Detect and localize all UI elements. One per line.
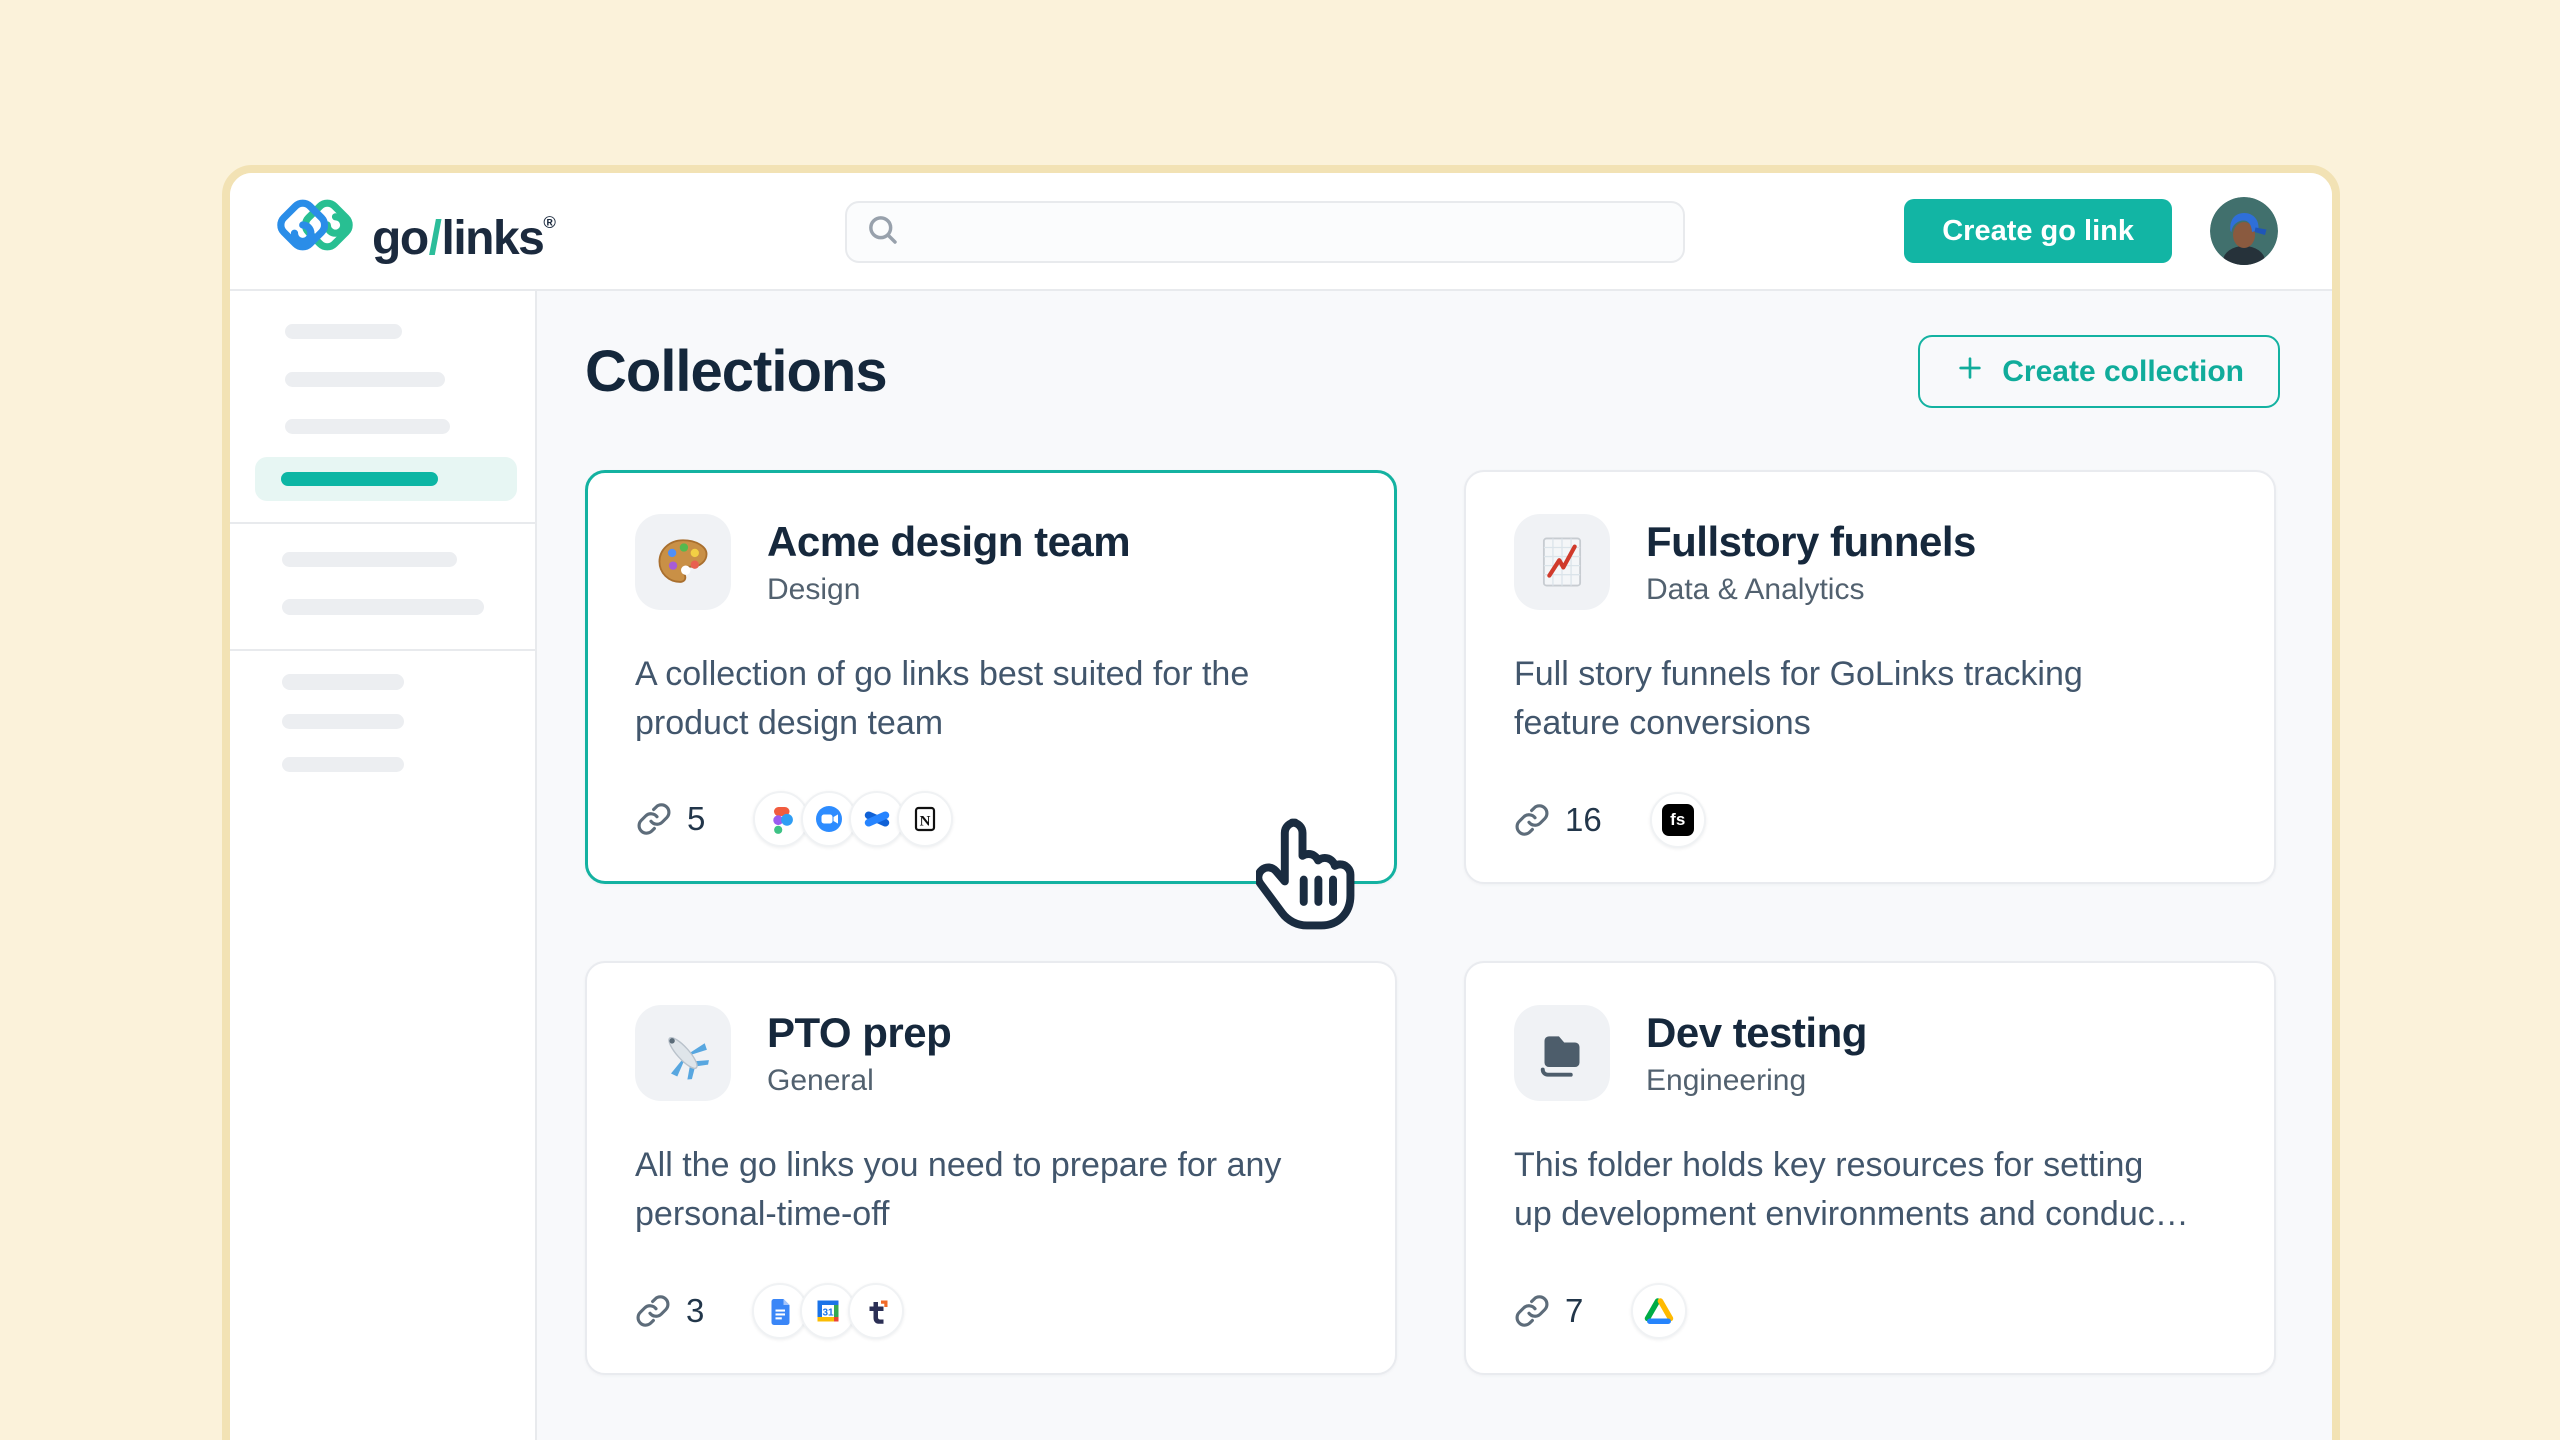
logo-wordmark: go/links® xyxy=(372,191,554,271)
svg-text:N: N xyxy=(920,814,931,830)
app-chips: N xyxy=(753,791,953,847)
card-category: General xyxy=(767,1064,951,1098)
create-go-link-button[interactable]: Create go link xyxy=(1904,199,2172,263)
sidebar-nav xyxy=(230,291,537,1440)
card-category: Engineering xyxy=(1646,1064,1867,1098)
header-right-group: Create go link xyxy=(1904,197,2278,265)
folder-icon xyxy=(1514,1005,1610,1101)
skeleton-bar xyxy=(285,324,402,339)
skeleton-bar xyxy=(282,674,404,690)
plus-icon xyxy=(1954,352,1986,392)
chart-increasing-emoji xyxy=(1514,514,1610,610)
active-item-bar xyxy=(281,472,438,486)
link-count: 3 xyxy=(635,1292,704,1330)
card-description: Full story funnels for GoLinks tracking … xyxy=(1514,650,2214,749)
card-description: All the go links you need to prepare for… xyxy=(635,1141,1335,1240)
sidebar-divider xyxy=(230,522,535,524)
collection-card-pto-prep[interactable]: PTO prep General All the go links you ne… xyxy=(585,961,1397,1375)
registered-trademark: ® xyxy=(543,213,554,232)
link-count: 5 xyxy=(636,800,705,838)
skeleton-bar xyxy=(285,419,450,434)
t-logo-icon xyxy=(848,1283,904,1339)
card-title: Fullstory funnels xyxy=(1646,518,1976,566)
collection-card-fullstory-funnels[interactable]: Fullstory funnels Data & Analytics Full … xyxy=(1464,470,2276,884)
search-icon xyxy=(865,212,901,253)
card-category: Design xyxy=(767,573,1130,607)
svg-text:31: 31 xyxy=(823,1308,835,1319)
app-header: go/links® Create go link xyxy=(230,173,2332,291)
golinks-chain-icon xyxy=(274,193,356,262)
app-chips: 31 xyxy=(752,1283,904,1339)
skeleton-bar xyxy=(282,599,484,615)
google-drive-icon xyxy=(1631,1283,1687,1339)
notion-icon: N xyxy=(897,791,953,847)
golinks-logo[interactable]: go/links® xyxy=(274,191,554,271)
link-icon xyxy=(636,801,672,837)
card-description: This folder holds key resources for sett… xyxy=(1514,1141,2214,1240)
fullstory-icon: fs xyxy=(1650,792,1706,848)
skeleton-bar xyxy=(282,757,404,772)
collections-grid: Acme design team Design A collection of … xyxy=(585,470,2280,1375)
app-chips: fs xyxy=(1650,792,1706,848)
link-count: 7 xyxy=(1514,1292,1583,1330)
card-description: A collection of go links best suited for… xyxy=(635,650,1335,749)
create-collection-button[interactable]: Create collection xyxy=(1918,335,2280,408)
app-window: go/links® Create go link xyxy=(222,165,2340,1440)
page-title: Collections xyxy=(585,338,887,405)
palette-emoji xyxy=(635,514,731,610)
collection-card-acme-design-team[interactable]: Acme design team Design A collection of … xyxy=(585,470,1397,884)
link-icon xyxy=(635,1293,671,1329)
skeleton-bar xyxy=(285,372,445,387)
card-title: Dev testing xyxy=(1646,1009,1867,1057)
app-chips xyxy=(1631,1283,1687,1339)
search-bar xyxy=(845,201,1685,263)
main-content: Collections Create collection xyxy=(537,291,2332,1440)
card-title: PTO prep xyxy=(767,1009,951,1057)
link-icon xyxy=(1514,1293,1550,1329)
skeleton-bar xyxy=(282,714,404,729)
sidebar-item-active[interactable] xyxy=(255,457,517,501)
airplane-emoji xyxy=(635,1005,731,1101)
sidebar-divider xyxy=(230,649,535,651)
skeleton-bar xyxy=(282,552,457,567)
collection-card-dev-testing[interactable]: Dev testing Engineering This folder hold… xyxy=(1464,961,2276,1375)
search-input[interactable] xyxy=(915,216,1665,248)
user-avatar[interactable] xyxy=(2210,197,2278,265)
card-category: Data & Analytics xyxy=(1646,573,1976,607)
link-count: 16 xyxy=(1514,801,1602,839)
link-icon xyxy=(1514,802,1550,838)
card-title: Acme design team xyxy=(767,518,1130,566)
